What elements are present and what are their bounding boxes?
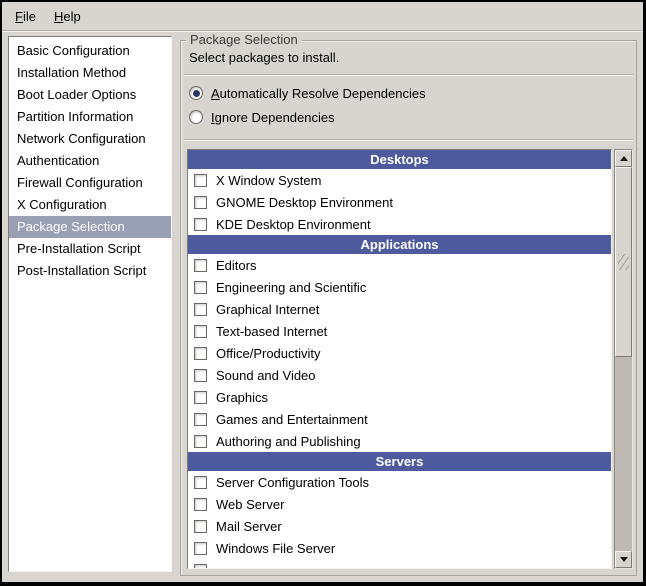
package-row-windows-file-server[interactable]: Windows File Server [188,537,611,559]
up-arrow-icon [620,156,628,161]
package-row-blank[interactable] [188,559,611,569]
package-row-office-productivity[interactable]: Office/Productivity [188,342,611,364]
package-label: Mail Server [216,519,282,534]
package-checkbox[interactable] [194,218,207,231]
package-row-x-window-system[interactable]: X Window System [188,169,611,191]
configuration-sections-list: Basic ConfigurationInstallation MethodBo… [8,36,172,572]
package-row-kde-desktop-environment[interactable]: KDE Desktop Environment [188,213,611,235]
package-label: Server Configuration Tools [216,475,369,490]
package-row-authoring-and-publishing[interactable]: Authoring and Publishing [188,430,611,452]
sidebar-item-firewall-configuration[interactable]: Firewall Configuration [9,172,171,194]
sidebar-item-partition-information[interactable]: Partition Information [9,106,171,128]
category-header-desktops: Desktops [188,150,611,169]
package-label: KDE Desktop Environment [216,217,371,232]
package-row-gnome-desktop-environment[interactable]: GNOME Desktop Environment [188,191,611,213]
package-row-graphical-internet[interactable]: Graphical Internet [188,298,611,320]
package-row-web-server[interactable]: Web Server [188,493,611,515]
package-checkbox[interactable] [194,413,207,426]
frame-title: Package Selection [186,32,302,48]
radio-label: Ignore Dependencies [211,110,335,125]
package-checkbox[interactable] [194,281,207,294]
package-row-sound-and-video[interactable]: Sound and Video [188,364,611,386]
sidebar-item-authentication[interactable]: Authentication [9,150,171,172]
package-checkbox[interactable] [194,196,207,209]
radio-automatically-resolve-dependencies[interactable]: Automatically Resolve Dependencies [189,84,426,102]
scroll-up-button[interactable] [615,150,632,167]
package-label: Games and Entertainment [216,412,368,427]
menu-item-help[interactable]: Help [45,2,90,30]
separator [184,139,633,140]
kickstart-configurator-window: FileHelp Basic ConfigurationInstallation… [2,2,643,582]
package-checkbox[interactable] [194,391,207,404]
package-checkbox[interactable] [194,476,207,489]
package-checkbox[interactable] [194,498,207,511]
package-checkbox[interactable] [194,369,207,382]
category-header-applications: Applications [188,235,611,254]
sidebar-item-package-selection[interactable]: Package Selection [9,216,171,238]
package-selection-frame: Package Selection Select packages to ins… [180,40,637,576]
package-checkbox[interactable] [194,542,207,555]
sidebar-item-x-configuration[interactable]: X Configuration [9,194,171,216]
package-label: Engineering and Scientific [216,280,366,295]
package-row-editors[interactable]: Editors [188,254,611,276]
package-list: Desktops X Window System GNOME Desktop E… [187,149,612,569]
package-label: Authoring and Publishing [216,434,361,449]
menu-item-file[interactable]: File [6,2,45,30]
package-list-area: Desktops X Window System GNOME Desktop E… [187,149,633,569]
package-row-games-and-entertainment[interactable]: Games and Entertainment [188,408,611,430]
package-row-graphics[interactable]: Graphics [188,386,611,408]
scrollbar-thumb[interactable] [615,167,632,357]
package-checkbox[interactable] [194,325,207,338]
package-label: Graphical Internet [216,302,319,317]
scroll-down-button[interactable] [615,551,632,568]
package-label: Windows File Server [216,541,335,556]
vertical-scrollbar[interactable] [614,149,633,569]
radio-ignore-dependencies[interactable]: Ignore Dependencies [189,108,335,126]
down-arrow-icon [620,557,628,562]
sidebar-item-post-installation-script[interactable]: Post-Installation Script [9,260,171,282]
radio-button[interactable] [189,86,203,100]
package-checkbox[interactable] [194,435,207,448]
package-checkbox[interactable] [194,174,207,187]
radio-label: Automatically Resolve Dependencies [211,86,426,101]
package-row-engineering-and-scientific[interactable]: Engineering and Scientific [188,276,611,298]
package-checkbox[interactable] [194,347,207,360]
sidebar-item-pre-installation-script[interactable]: Pre-Installation Script [9,238,171,260]
package-row-mail-server[interactable]: Mail Server [188,515,611,537]
package-row-text-based-internet[interactable]: Text-based Internet [188,320,611,342]
package-label: Text-based Internet [216,324,327,339]
package-label: Editors [216,258,256,273]
menu-bar: FileHelp [2,2,643,31]
package-checkbox[interactable] [194,303,207,316]
package-label: Sound and Video [216,368,316,383]
package-checkbox[interactable] [194,259,207,272]
package-checkbox[interactable] [194,520,207,533]
separator [184,74,633,75]
sidebar-item-installation-method[interactable]: Installation Method [9,62,171,84]
sidebar-item-basic-configuration[interactable]: Basic Configuration [9,40,171,62]
instruction-label: Select packages to install. [189,50,339,65]
package-label: GNOME Desktop Environment [216,195,393,210]
category-header-servers: Servers [188,452,611,471]
package-label: Web Server [216,497,284,512]
sidebar-item-boot-loader-options[interactable]: Boot Loader Options [9,84,171,106]
sidebar-item-network-configuration[interactable]: Network Configuration [9,128,171,150]
package-checkbox[interactable] [194,564,207,570]
package-label: X Window System [216,173,321,188]
radio-button[interactable] [189,110,203,124]
package-row-server-configuration-tools[interactable]: Server Configuration Tools [188,471,611,493]
package-label: Graphics [216,390,268,405]
package-label: Office/Productivity [216,346,321,361]
